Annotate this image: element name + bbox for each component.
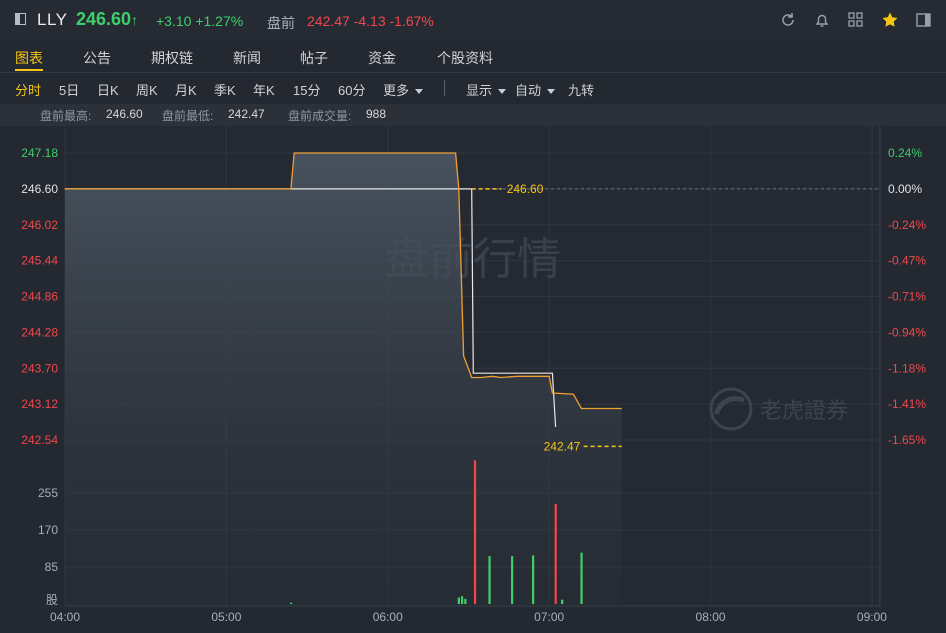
x-tick-label: 06:00 [373, 610, 403, 624]
tab-announcements[interactable]: 公告 [83, 48, 111, 68]
sidebar-icon[interactable] [915, 11, 933, 29]
volume-bar [473, 460, 477, 604]
active-tab-underline [15, 69, 43, 71]
volume-unit-label: 股 [46, 593, 58, 607]
period-15min[interactable]: 15分 [293, 80, 320, 99]
tab-news[interactable]: 新闻 [233, 48, 261, 68]
marker-high-label: 246.60 [507, 182, 544, 196]
price-value: 246.60 [76, 9, 132, 29]
more-label: 更多 [383, 83, 410, 98]
y-pct-tick-label: -1.65% [888, 433, 926, 447]
auto-label: 自动 [515, 83, 542, 98]
y-tick-label: 243.70 [21, 361, 58, 375]
volume-bar [457, 597, 460, 604]
y-tick-label: 243.12 [21, 397, 58, 411]
volume-bar [511, 556, 514, 604]
y-tick-label: 246.02 [21, 218, 58, 232]
y-tick-label: 245.44 [21, 254, 58, 268]
tab-chart[interactable]: 图表 [15, 48, 43, 68]
chevron-down-icon [547, 89, 556, 95]
x-tick-label: 05:00 [211, 610, 241, 624]
x-tick-label: 07:00 [534, 610, 564, 624]
period-daily[interactable]: 日K [97, 80, 119, 99]
display-label: 显示 [466, 83, 493, 98]
volume-bar [464, 598, 467, 604]
volume-tick-label: 85 [45, 560, 59, 574]
intraday-chart[interactable]: 盘前行情老虎證券246.60242.47247.18246.60246.0224… [0, 126, 946, 633]
premarket-high-value: 246.60 [106, 107, 143, 121]
period-5d[interactable]: 5日 [59, 80, 79, 99]
bell-icon[interactable] [813, 11, 831, 29]
up-arrow-icon: ↑ [131, 12, 139, 28]
period-quarterly[interactable]: 季K [214, 80, 236, 99]
x-tick-label: 04:00 [50, 610, 80, 624]
y-pct-tick-label: -0.94% [888, 325, 926, 339]
y-pct-tick-label: 0.24% [888, 146, 922, 160]
volume-bar [289, 602, 293, 604]
y-pct-tick-label: -1.18% [888, 361, 926, 375]
more-dropdown[interactable]: 更多 [383, 80, 424, 99]
premarket-label: 盘前 [267, 15, 295, 31]
brand-text: 老虎證券 [760, 399, 848, 424]
premarket-values: 242.47 -4.13 -1.67% [307, 13, 434, 29]
volume-tick-label: 170 [38, 523, 58, 537]
ticker-symbol: LLY [37, 10, 68, 29]
volume-bar [561, 599, 564, 604]
y-pct-tick-label: -0.47% [888, 254, 926, 268]
chevron-down-icon [498, 89, 507, 95]
main-tabs: 图表 公告 期权链 新闻 帖子 资金 个股资料 [0, 42, 946, 73]
tab-capital[interactable]: 资金 [368, 48, 396, 68]
y-tick-label: 244.86 [21, 290, 58, 304]
y-pct-tick-label: -1.41% [888, 397, 926, 411]
volume-bar [488, 556, 491, 604]
panel-toggle-icon[interactable] [15, 13, 26, 25]
period-yearly[interactable]: 年K [253, 80, 275, 99]
grid-icon[interactable] [847, 11, 865, 29]
volume-tick-label: 255 [38, 486, 58, 500]
y-pct-tick-label: -0.24% [888, 218, 926, 232]
toolbar-divider [444, 80, 445, 96]
marker-low-label: 242.47 [544, 439, 581, 453]
premarket-stats: 盘前最高: 246.60 盘前最低: 242.47 盘前成交量: 988 [0, 104, 946, 126]
x-tick-label: 08:00 [696, 610, 726, 624]
chevron-down-icon [415, 89, 424, 95]
x-tick-label: 09:00 [857, 610, 887, 624]
y-pct-tick-label: 0.00% [888, 182, 922, 196]
tab-options-chain[interactable]: 期权链 [151, 48, 193, 68]
tab-posts[interactable]: 帖子 [300, 48, 328, 68]
y-tick-label: 247.18 [21, 146, 58, 160]
premarket-low-label: 盘前最低: [162, 109, 214, 123]
display-dropdown[interactable]: 显示 [466, 80, 507, 99]
y-tick-label: 242.54 [21, 433, 58, 447]
premarket-volume-value: 988 [366, 107, 387, 121]
premarket-high-label: 盘前最高: [40, 109, 92, 123]
nine-turn-button[interactable]: 九转 [568, 80, 594, 99]
y-tick-label: 246.60 [21, 182, 58, 196]
premarket-volume-label: 盘前成交量: [288, 109, 352, 123]
volume-bar [461, 596, 464, 604]
period-weekly[interactable]: 周K [136, 80, 158, 99]
period-monthly[interactable]: 月K [175, 80, 197, 99]
price-change: +3.10 +1.27% [156, 13, 244, 29]
volume-bar [532, 555, 535, 604]
tab-profile[interactable]: 个股资料 [437, 48, 493, 68]
chart-toolbar: 分时 5日 日K 周K 月K 季K 年K 15分 60分 更多 显示 自动 九转 [0, 73, 946, 103]
y-pct-tick-label: -0.71% [888, 290, 926, 304]
y-tick-label: 244.28 [21, 325, 58, 339]
last-price: 246.60↑ [76, 9, 138, 30]
auto-dropdown[interactable]: 自动 [515, 80, 556, 99]
volume-bar [580, 552, 583, 604]
period-intraday[interactable]: 分时 [15, 80, 41, 99]
quote-header: LLY 246.60↑ +3.10 +1.27% 盘前 242.47 -4.13… [0, 0, 946, 42]
star-icon[interactable] [881, 11, 899, 29]
period-60min[interactable]: 60分 [338, 80, 365, 99]
refresh-icon[interactable] [779, 11, 797, 29]
volume-bar [554, 503, 557, 604]
premarket-low-value: 242.47 [228, 107, 265, 121]
